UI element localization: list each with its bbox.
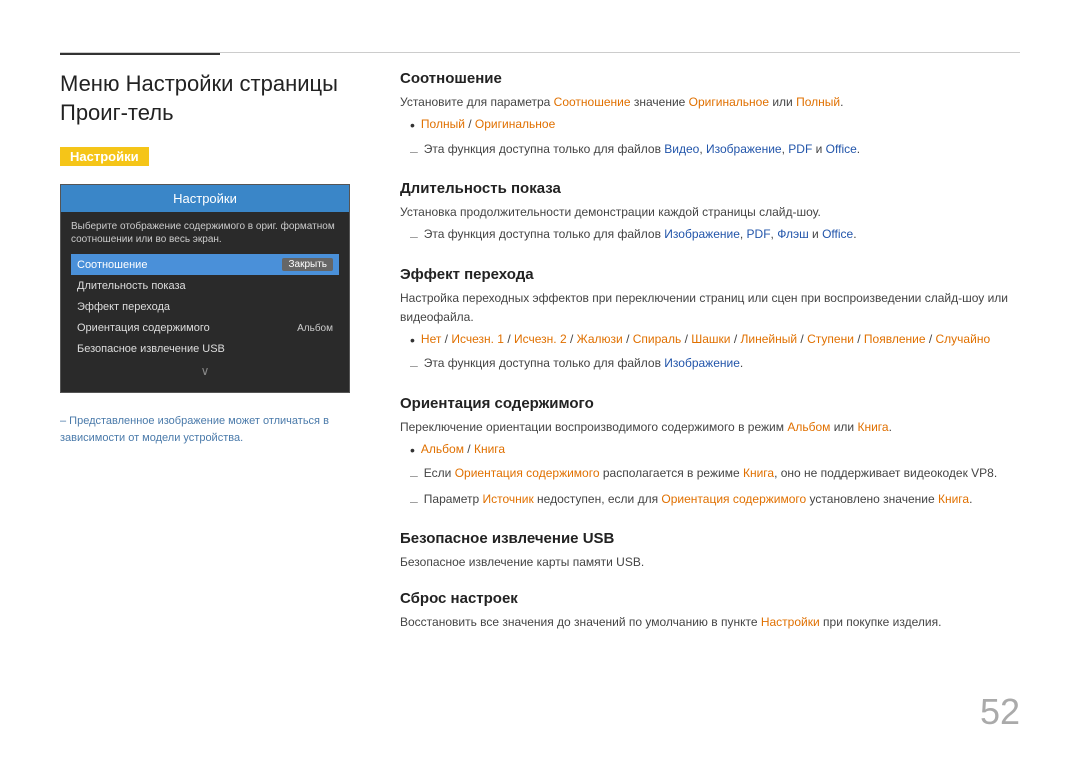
menu-item-label-1: Соотношение [77,259,147,271]
dash-effect: – Эта функция доступна только для файлов… [410,354,1020,376]
section-text-orientation-1: Переключение ориентации воспроизводимого… [400,418,1020,437]
menu-item-label-2: Длительность показа [77,280,186,292]
menu-item-label-5: Безопасное извлечение USB [77,343,225,355]
bullet-text-orientation: Альбом / Книга [421,440,505,459]
settings-menu-item-2[interactable]: Длительность показа [71,276,339,296]
dash-sootnoshenie: – Эта функция доступна только для файлов… [410,140,1020,162]
dash-sym-3: – [410,354,418,376]
section-title-sootnoshenie: Соотношение [400,70,1020,87]
close-button[interactable]: Закрыть [282,258,333,271]
settings-menu-item-4[interactable]: Ориентация содержимого Альбом [71,318,339,338]
section-dlitelnost: Длительность показа Установка продолжите… [400,180,1020,248]
dash-text-sootnoshenie: Эта функция доступна только для файлов В… [424,140,860,159]
dash-text-orientation-1: Если Ориентация содержимого располагаетс… [424,464,997,483]
settings-badge: Настройки [60,147,149,166]
section-text-effect-1: Настройка переходных эффектов при перекл… [400,289,1020,327]
menu-item-label-4: Ориентация содержимого [77,322,210,334]
bullet-dot-2: • [410,329,415,351]
dash-orientation-1: – Если Ориентация содержимого располагае… [410,464,1020,486]
bullet-text-effect: Нет / Исчезн. 1 / Исчезн. 2 / Жалюзи / С… [421,330,990,349]
section-reset: Сброс настроек Восстановить все значения… [400,590,1020,632]
dash-sym-4: – [410,464,418,486]
section-title-effect: Эффект перехода [400,266,1020,283]
section-text-reset: Восстановить все значения до значений по… [400,613,1020,632]
dash-dlitelnost: – Эта функция доступна только для файлов… [410,225,1020,247]
settings-menu-item-3[interactable]: Эффект перехода [71,297,339,317]
dash-text-orientation-2: Параметр Источник недоступен, если для О… [424,490,973,509]
dash-sym-2: – [410,225,418,247]
bullet-dot-3: • [410,439,415,461]
menu-item-value-4: Альбом [297,323,333,334]
top-line [60,52,1020,53]
section-title-reset: Сброс настроек [400,590,1020,607]
dash-orientation-2: – Параметр Источник недоступен, если для… [410,490,1020,512]
settings-menu-item-1[interactable]: Соотношение Закрыть [71,254,339,275]
settings-panel-title: Настройки [61,185,349,212]
settings-menu-item-5[interactable]: Безопасное извлечение USB [71,339,339,359]
menu-item-label-3: Эффект перехода [77,301,170,313]
section-text-usb: Безопасное извлечение карты памяти USB. [400,553,1020,572]
bullet-orientation: • Альбом / Книга [410,440,1020,461]
section-effect: Эффект перехода Настройка переходных эфф… [400,266,1020,377]
panel-note: – Представленное изображение может отлич… [60,413,370,446]
bullet-effect: • Нет / Исчезн. 1 / Исчезн. 2 / Жалюзи /… [410,330,1020,351]
dash-sym: – [410,140,418,162]
section-usb: Безопасное извлечение USB Безопасное изв… [400,530,1020,572]
left-column: Меню Настройки страницы Проиг-тель Настр… [60,70,370,446]
settings-panel-body: Выберите отображение содержимого в ориг.… [61,212,349,392]
settings-panel-desc: Выберите отображение содержимого в ориг.… [71,220,339,246]
settings-panel-arrow: ∨ [71,360,339,384]
dash-text-dlitelnost: Эта функция доступна только для файлов И… [424,225,857,244]
right-column: Соотношение Установите для параметра Соо… [400,70,1020,650]
bullet-sootnoshenie: • Полный / Оригинальное [410,115,1020,136]
bullet-dot: • [410,114,415,136]
dash-sym-5: – [410,490,418,512]
section-orientation: Ориентация содержимого Переключение орие… [400,395,1020,512]
bullet-text-sootnoshenie: Полный / Оригинальное [421,115,555,134]
dash-text-effect: Эта функция доступна только для файлов И… [424,354,743,373]
settings-panel: Настройки Выберите отображение содержимо… [60,184,350,393]
section-sootnoshenie: Соотношение Установите для параметра Соо… [400,70,1020,162]
section-title-dlitelnost: Длительность показа [400,180,1020,197]
page-title: Меню Настройки страницы Проиг-тель [60,70,370,127]
section-text-dlitelnost-1: Установка продолжительности демонстрации… [400,203,1020,222]
page-number: 52 [980,691,1020,733]
section-text-sootnoshenie-1: Установите для параметра Соотношение зна… [400,93,1020,112]
section-title-usb: Безопасное извлечение USB [400,530,1020,547]
section-title-orientation: Ориентация содержимого [400,395,1020,412]
